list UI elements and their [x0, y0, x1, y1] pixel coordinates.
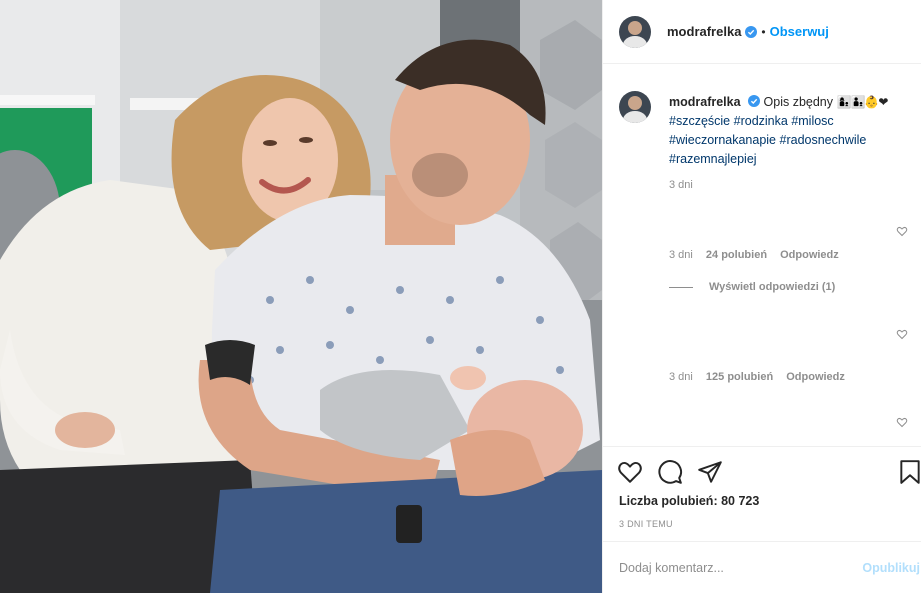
view-replies-button[interactable]: Wyświetl odpowiedzi (1) — [669, 281, 835, 293]
post-photo[interactable] — [0, 0, 602, 593]
follow-button[interactable]: Obserwuj — [770, 24, 829, 39]
view-replies-label: Wyświetl odpowiedzi (1) — [709, 281, 836, 293]
caption-username[interactable]: modrafrelka — [669, 95, 741, 109]
verified-badge-icon — [745, 25, 758, 38]
post-timestamp: 3 DNI TEMU — [619, 519, 673, 529]
caption-avatar[interactable] — [619, 91, 651, 123]
likes-count[interactable]: Liczba polubień: 80 723 — [619, 494, 759, 508]
post-header: modrafrelka • Obserwuj — [603, 0, 921, 64]
username-link[interactable]: modrafrelka — [667, 24, 741, 39]
reply-button[interactable]: Odpowiedz — [786, 371, 845, 383]
heart-icon[interactable] — [896, 328, 908, 340]
hashtag-link[interactable]: #radosnechwile — [780, 133, 867, 147]
comments-section[interactable]: modrafrelka Opis zbędny 👩‍👦👨‍👦👶❤ #szczęś… — [603, 65, 921, 445]
caption-age: 3 dni — [669, 179, 693, 191]
comment-input[interactable]: Dodaj komentarz... — [619, 561, 724, 575]
avatar[interactable] — [619, 15, 651, 48]
add-comment-bar: Dodaj komentarz... Opublikuj — [603, 541, 921, 593]
hashtag-link[interactable]: #razemnajlepiej — [669, 152, 757, 166]
post-actions: Liczba polubień: 80 723 3 DNI TEMU — [603, 446, 921, 541]
caption-text: modrafrelka Opis zbędny 👩‍👦👨‍👦👶❤ #szczęś… — [669, 93, 919, 169]
bookmark-icon[interactable] — [897, 459, 921, 485]
hashtag-link[interactable]: #wieczornakanapie — [669, 133, 776, 147]
comment-meta: 3 dni 24 polubień Odpowiedz — [669, 249, 839, 261]
comment-likes[interactable]: 24 polubień — [706, 249, 767, 261]
comment-age: 3 dni — [669, 371, 693, 383]
comment-likes[interactable]: 125 polubień — [706, 371, 773, 383]
comment-icon[interactable] — [657, 459, 683, 485]
heart-icon[interactable] — [617, 459, 643, 485]
verified-badge-icon — [748, 95, 761, 107]
comment-age: 3 dni — [669, 249, 693, 261]
replies-divider — [669, 286, 693, 288]
reply-button[interactable]: Odpowiedz — [780, 249, 839, 261]
hashtag-link[interactable]: #szczęście — [669, 114, 730, 128]
hashtag-link[interactable]: #milosc — [791, 114, 833, 128]
heart-icon[interactable] — [896, 225, 908, 237]
post-side-panel: modrafrelka • Obserwuj modrafrelka Opis … — [602, 0, 921, 593]
hashtag-link[interactable]: #rodzinka — [734, 114, 788, 128]
post-comment-button[interactable]: Opublikuj — [862, 561, 920, 575]
caption-body: Opis zbędny — [763, 95, 834, 109]
separator-dot: • — [761, 24, 766, 39]
caption-emoji: 👩‍👦👨‍👦👶❤ — [836, 95, 889, 109]
share-icon[interactable] — [697, 459, 723, 485]
comment-meta: 3 dni 125 polubień Odpowiedz — [669, 371, 845, 383]
family-photo-illustration — [0, 0, 602, 593]
heart-icon[interactable] — [896, 416, 908, 428]
